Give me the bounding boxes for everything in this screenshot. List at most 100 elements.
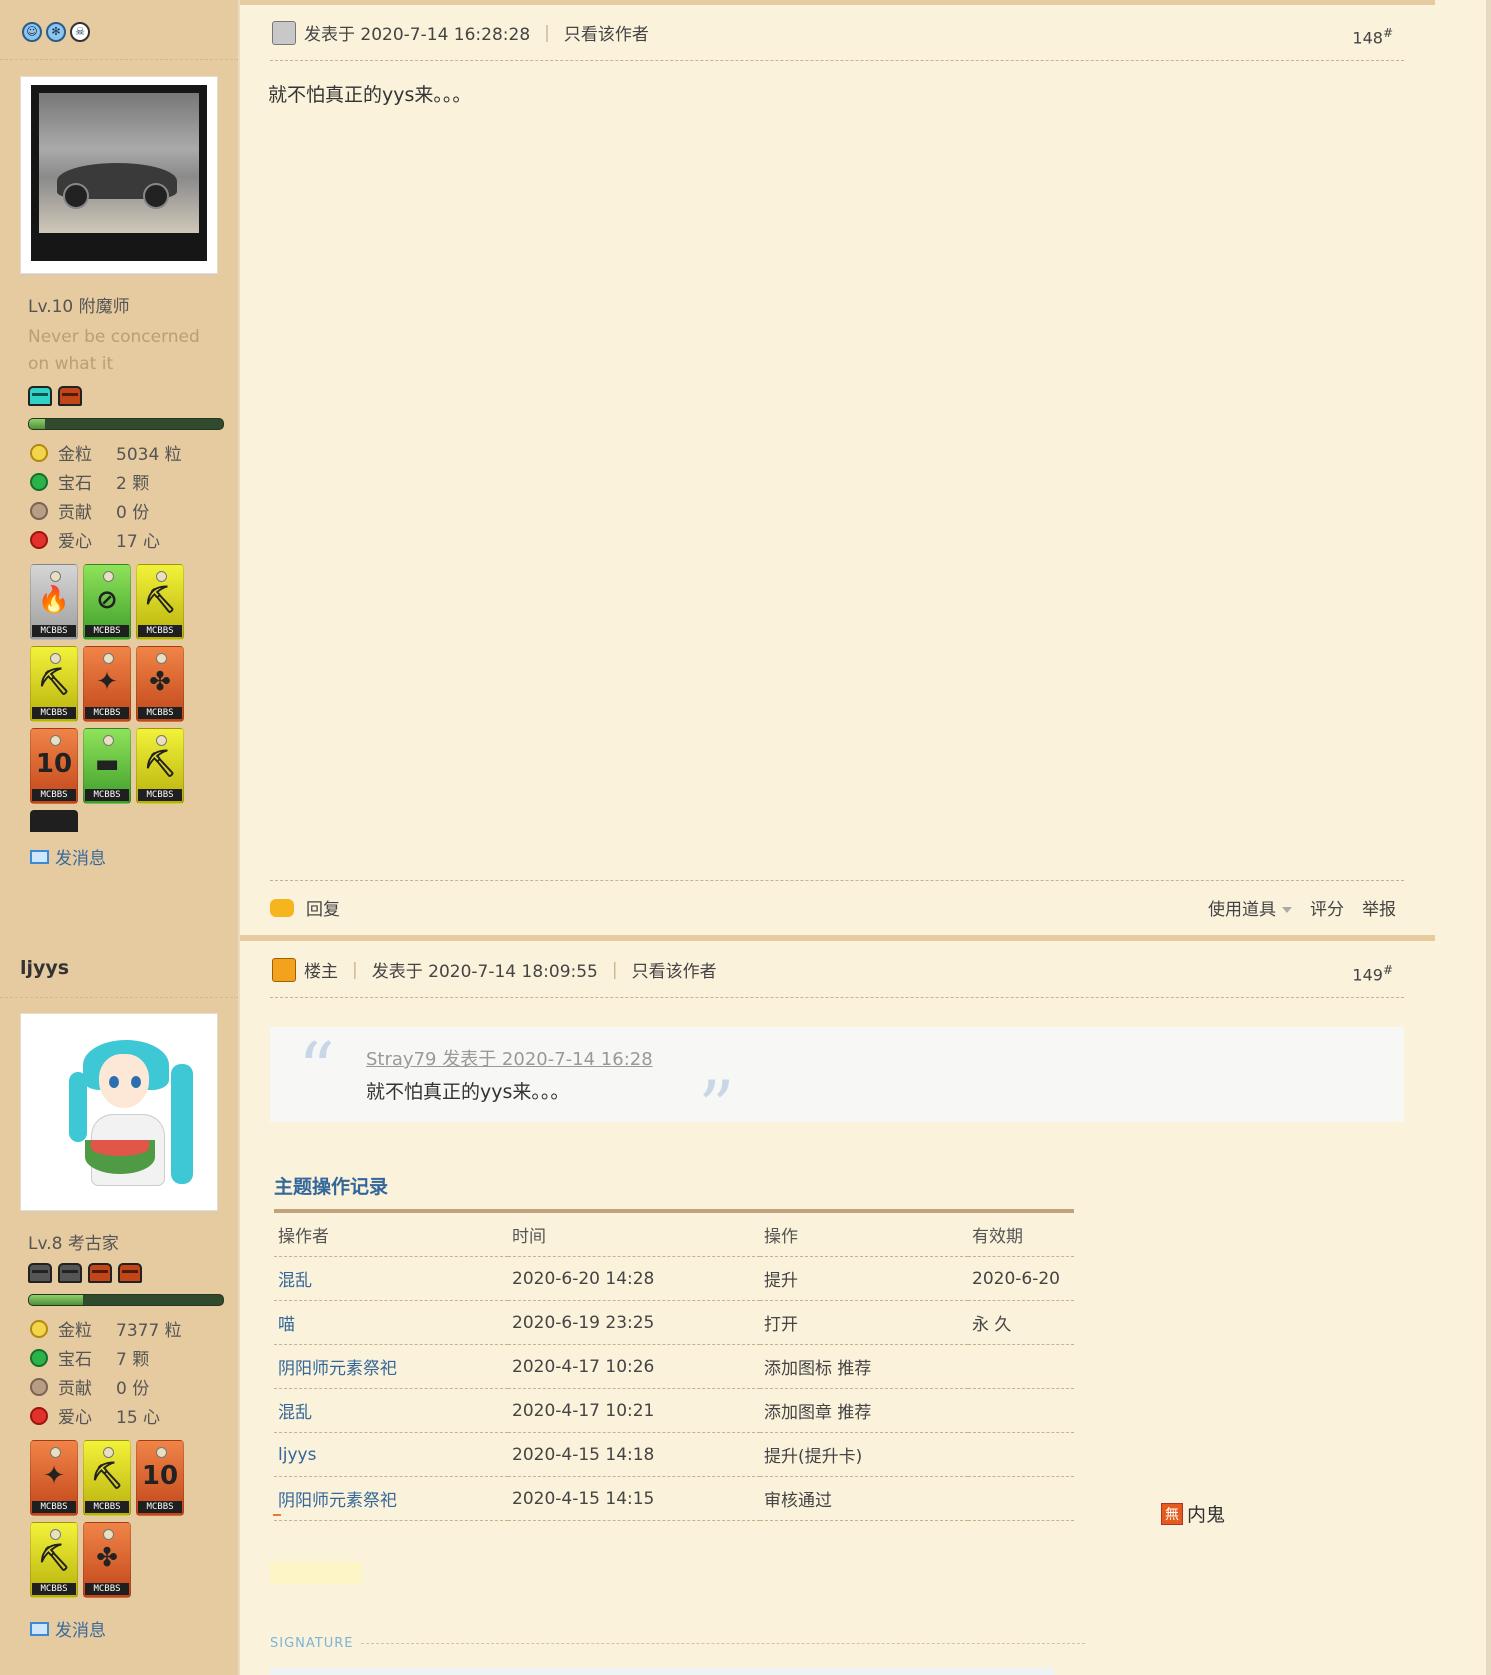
medal-badge[interactable]: ✦ MCBBS	[83, 646, 131, 722]
stat-heart: 爱心 17 心	[30, 525, 182, 554]
chest-iron-icon	[58, 1263, 82, 1283]
table-header-row: 操作者 时间 操作 有效期	[274, 1211, 1074, 1257]
skull-icon: ☠	[70, 22, 90, 42]
only-author-link[interactable]: 只看该作者	[632, 957, 717, 982]
signature-content	[270, 1668, 1054, 1675]
medal-badge[interactable]: ⛏ MCBBS	[83, 1440, 131, 1516]
quote-open-icon: “	[298, 1027, 335, 1111]
medal-hole	[103, 1447, 114, 1458]
col-action: 操作	[760, 1211, 968, 1257]
chest-iron-icon	[28, 1263, 52, 1283]
footer-divider	[270, 880, 1404, 881]
use-item-menu[interactable]: 使用道具	[1208, 895, 1292, 920]
operator-link[interactable]: ljyys	[274, 1432, 508, 1477]
medal-badge[interactable]: 🔥 MCBBS	[30, 564, 78, 640]
user-level: Lv.8 考古家	[28, 1234, 119, 1254]
medal-hole	[103, 735, 114, 746]
rate-button[interactable]: 评分	[1310, 895, 1344, 920]
level-progress	[28, 1294, 224, 1306]
avatar[interactable]	[20, 76, 218, 274]
post-body: 就不怕真正的yys来。。。	[268, 84, 472, 106]
post-footer: 回复 使用道具 评分 举报	[270, 895, 1404, 920]
table-row: 混乱 2020-6-20 14:28 提升 2020-6-20	[274, 1256, 1074, 1301]
medal-badge[interactable]: ⛏ MCBBS	[136, 564, 184, 640]
skull-blue-icon: ☺	[22, 22, 42, 42]
medal-hole	[156, 653, 167, 664]
medal-glyph: ⊘	[96, 585, 118, 615]
contribution-icon	[30, 1377, 48, 1396]
signature-label: SIGNATURE	[270, 1636, 354, 1651]
operator-link[interactable]: 阴阳师元素祭祀	[274, 1344, 508, 1389]
medal-tag: MCBBS	[85, 625, 129, 637]
user-stats: 金粒 5034 粒 宝石 2 颗 贡献 0 份 爱心 17 心	[30, 438, 182, 554]
medal-hole	[50, 1529, 61, 1540]
post-time: 发表于 2020-7-14 18:09:55	[371, 962, 598, 982]
post-top-border	[240, 935, 1435, 941]
gem-icon	[30, 1348, 48, 1367]
thread-badge[interactable]: 無 内鬼	[1161, 1500, 1225, 1527]
medal-badge[interactable]: 10 MCBBS	[30, 728, 78, 804]
avatar[interactable]	[20, 1013, 218, 1211]
chest-diamond-icon	[28, 386, 52, 406]
medal-badge[interactable]: ✤ MCBBS	[136, 646, 184, 722]
user-stats: 金粒 7377 粒 宝石 7 颗 贡献 0 份 爱心 15 心	[30, 1314, 182, 1430]
quote-block: “ Stray79 发表于 2020-7-14 16:28 就不怕真正的yys来…	[270, 1027, 1404, 1147]
reply-button[interactable]: 回复	[306, 895, 340, 920]
medal-badge[interactable]: ▬ MCBBS	[83, 728, 131, 804]
link-underline-fragment	[273, 1514, 281, 1516]
quote-source-link[interactable]: Stray79 发表于 2020-7-14 16:28	[366, 1045, 653, 1071]
medal-badge[interactable]: ✤ MCBBS	[83, 1522, 131, 1598]
medal-hole	[50, 571, 61, 582]
user-group-icons	[28, 386, 82, 406]
medal-glyph: ⛏	[143, 749, 177, 779]
mail-icon	[30, 849, 49, 864]
operator-link[interactable]: 阴阳师元素祭祀	[274, 1476, 508, 1521]
sidebar-divider	[0, 997, 238, 998]
medal-badge[interactable]: ⊘ MCBBS	[83, 564, 131, 640]
medal-badge[interactable]: ⛏ MCBBS	[30, 646, 78, 722]
medal-hole	[50, 653, 61, 664]
floor-number[interactable]: 148#	[1352, 26, 1393, 47]
medal-tag: MCBBS	[85, 1583, 129, 1595]
send-message-link[interactable]: 发消息	[30, 1616, 106, 1641]
send-message-link[interactable]: 发消息	[30, 844, 106, 869]
operator-link[interactable]: 喵	[274, 1300, 508, 1345]
medal-badge[interactable]: ⛏ MCBBS	[136, 728, 184, 804]
user-level: Lv.10 附魔师	[28, 297, 130, 317]
stat-contribution: 贡献 0 份	[30, 1372, 182, 1401]
medal-partial[interactable]	[30, 810, 78, 832]
reply-icon	[270, 898, 294, 917]
operator-link[interactable]: 混乱	[274, 1388, 508, 1433]
medal-badge[interactable]: ✦ MCBBS	[30, 1440, 78, 1516]
author-tag: 楼主	[304, 962, 338, 982]
table-row: 阴阳师元素祭祀 2020-4-17 10:26 添加图标 推荐	[274, 1344, 1074, 1389]
table-row: 喵 2020-6-19 23:25 打开永 久	[274, 1300, 1074, 1345]
report-button[interactable]: 举报	[1362, 895, 1396, 920]
avatar-image	[31, 85, 207, 261]
medal-tag: MCBBS	[32, 1583, 76, 1595]
medal-tag: MCBBS	[85, 789, 129, 801]
user-motto: Never be concerned on what it	[28, 327, 200, 374]
medal-tag: MCBBS	[85, 707, 129, 719]
chest-redstone-icon	[58, 386, 82, 406]
gem-icon	[30, 472, 48, 491]
medal-glyph: ⛏	[37, 1543, 71, 1573]
username[interactable]: ljyys	[20, 957, 69, 979]
only-author-link[interactable]: 只看该作者	[564, 20, 649, 45]
medal-glyph: 🔥	[37, 585, 71, 615]
stat-gem: 宝石 7 颗	[30, 1343, 182, 1372]
medal-tag: MCBBS	[138, 707, 182, 719]
medal-glyph: ⛏	[37, 667, 71, 697]
chest-redstone-icon	[88, 1263, 112, 1283]
floor-number[interactable]: 149#	[1352, 963, 1393, 984]
medal-badge[interactable]: ⛏ MCBBS	[30, 1522, 78, 1598]
medal-tag: MCBBS	[32, 789, 76, 801]
medal-hole	[103, 653, 114, 664]
operator-link[interactable]: 混乱	[274, 1256, 508, 1301]
table-row: ljyys 2020-4-15 14:18 提升(提升卡)	[274, 1432, 1074, 1477]
medal-badge[interactable]: 10 MCBBS	[136, 1440, 184, 1516]
medal-glyph: ⛏	[90, 1461, 124, 1491]
medal-hole	[156, 735, 167, 746]
heart-apple-icon	[30, 1406, 48, 1425]
quote-close-icon: ”	[698, 1065, 735, 1149]
